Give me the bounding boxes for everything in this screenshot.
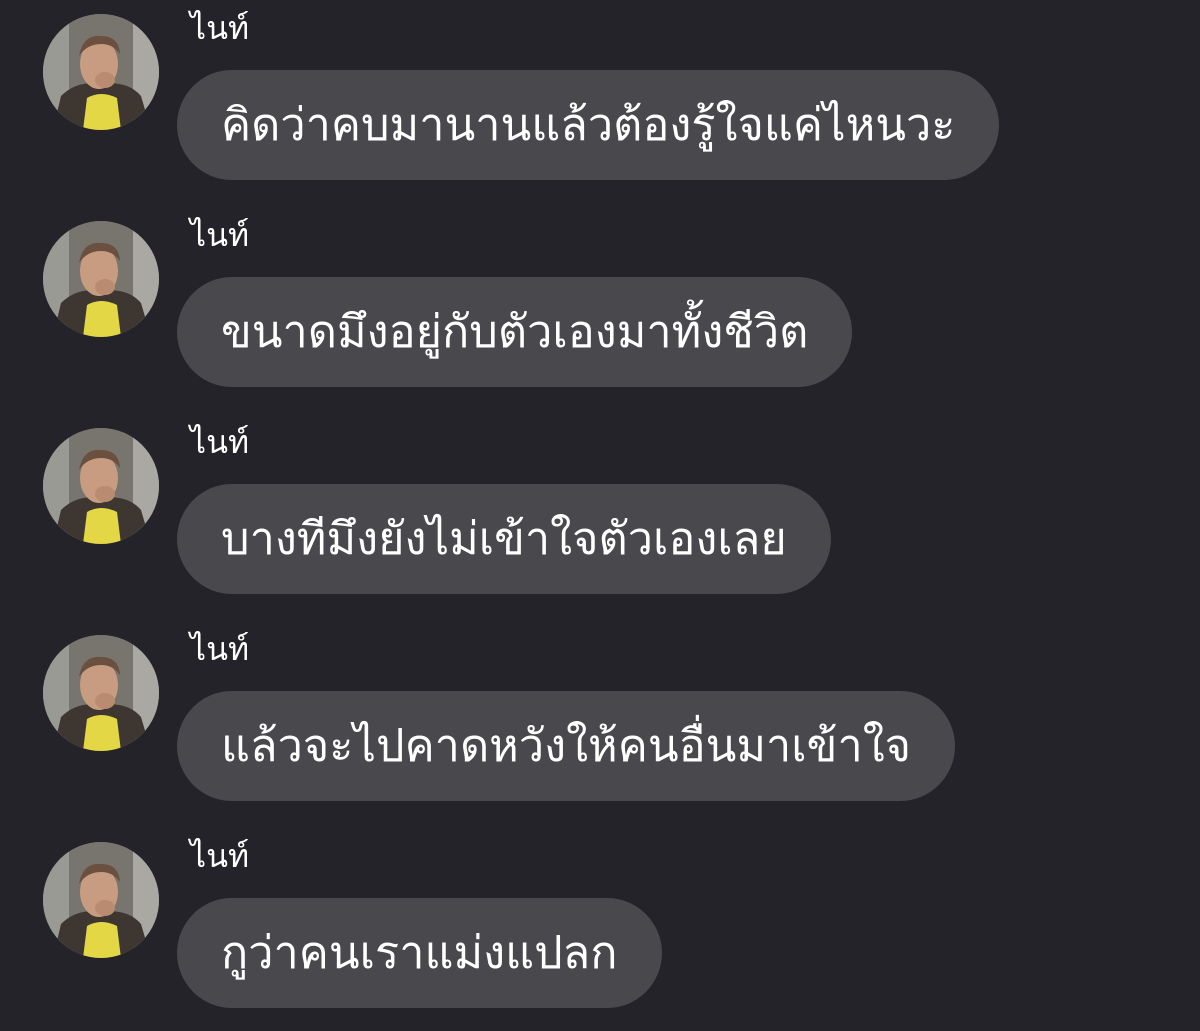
message-text: กูว่าคนเราแม่งแปลก xyxy=(221,926,618,979)
sender-name: ไนท์ xyxy=(190,423,250,461)
message-group: ไนท์ กูว่าคนเราแม่งแปลก xyxy=(0,828,1200,1028)
message-bubble[interactable]: บางทีมึงยังไม่เข้าใจตัวเองเลย xyxy=(177,484,831,594)
avatar[interactable] xyxy=(43,635,159,751)
message-bubble[interactable]: คิดว่าคบมานานแล้วต้องรู้ใจแค่ไหนวะ xyxy=(177,70,1000,180)
message-bubble[interactable]: ขนาดมึงอยู่กับตัวเองมาทั้งชีวิต xyxy=(177,277,853,387)
avatar-photo xyxy=(43,842,159,958)
message-text: คิดว่าคบมานานแล้วต้องรู้ใจแค่ไหนวะ xyxy=(221,98,956,151)
message-group: ไนท์ ขนาดมึงอยู่กับตัวเองมาทั้งชีวิต xyxy=(0,207,1200,407)
sender-name: ไนท์ xyxy=(190,630,250,668)
message-text: บางทีมึงยังไม่เข้าใจตัวเองเลย xyxy=(221,512,787,565)
message-group: ไนท์ แล้วจะไปคาดหวังให้คนอื่นมาเข้าใจ xyxy=(0,621,1200,821)
avatar[interactable] xyxy=(43,14,159,130)
message-text: ขนาดมึงอยู่กับตัวเองมาทั้งชีวิต xyxy=(221,305,809,358)
chat-thread: ไนท์ คิดว่าคบมานานแล้วต้องรู้ใจแค่ไหนวะ … xyxy=(0,0,1200,1031)
avatar[interactable] xyxy=(43,842,159,958)
avatar-photo xyxy=(43,428,159,544)
sender-name: ไนท์ xyxy=(190,9,250,47)
avatar[interactable] xyxy=(43,221,159,337)
message-bubble[interactable]: แล้วจะไปคาดหวังให้คนอื่นมาเข้าใจ xyxy=(177,691,956,801)
avatar[interactable] xyxy=(43,428,159,544)
message-bubble[interactable]: กูว่าคนเราแม่งแปลก xyxy=(177,898,662,1008)
message-group: ไนท์ บางทีมึงยังไม่เข้าใจตัวเองเลย xyxy=(0,414,1200,614)
message-group: ไนท์ คิดว่าคบมานานแล้วต้องรู้ใจแค่ไหนวะ xyxy=(0,0,1200,200)
avatar-photo xyxy=(43,14,159,130)
sender-name: ไนท์ xyxy=(190,837,250,875)
message-text: แล้วจะไปคาดหวังให้คนอื่นมาเข้าใจ xyxy=(221,719,912,772)
sender-name: ไนท์ xyxy=(190,216,250,254)
avatar-photo xyxy=(43,221,159,337)
avatar-photo xyxy=(43,635,159,751)
